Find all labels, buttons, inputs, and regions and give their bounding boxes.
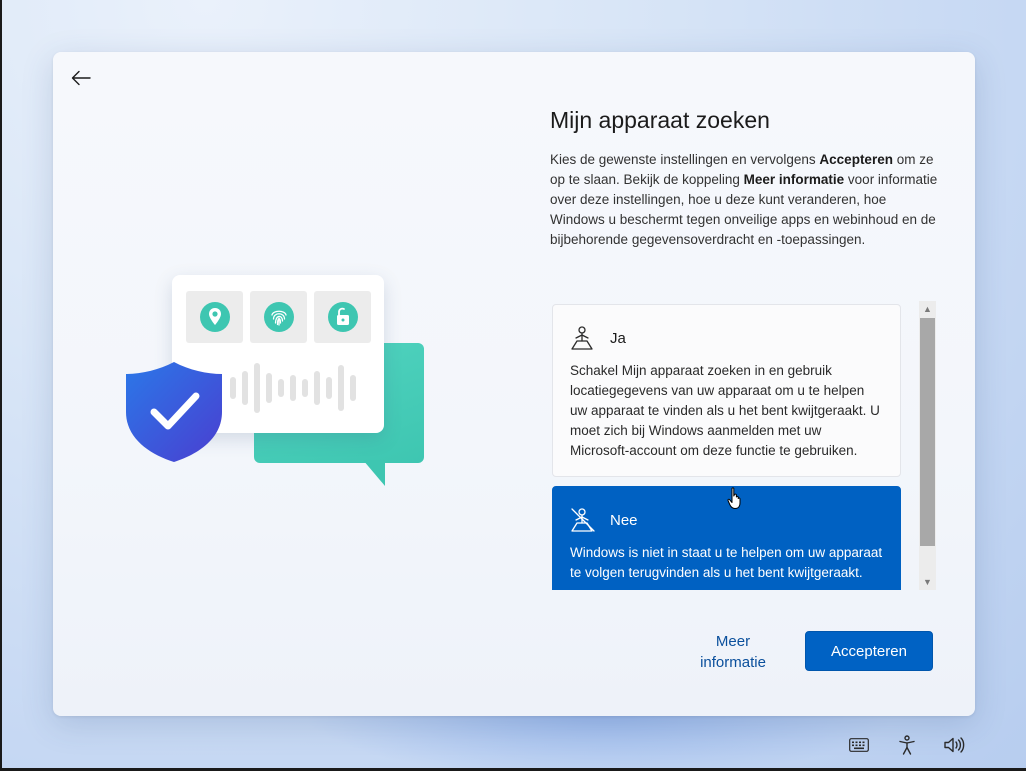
option-yes-label: Ja xyxy=(610,329,626,347)
fingerprint-tile xyxy=(250,291,307,343)
find-my-device-illustration xyxy=(123,272,433,492)
screen-edge xyxy=(0,0,2,771)
fingerprint-icon xyxy=(263,302,294,332)
arrow-left-icon xyxy=(71,70,91,86)
option-yes[interactable]: Ja Schakel Mijn apparaat zoeken in en ge… xyxy=(552,304,901,477)
oobe-dialog: Mijn apparaat zoeken Kies de gewenste in… xyxy=(53,52,975,716)
chat-bubble-tail xyxy=(363,460,385,486)
unlock-icon xyxy=(327,302,358,332)
option-no-label: Nee xyxy=(610,511,638,529)
keyboard-icon[interactable] xyxy=(848,735,870,755)
map-pin-icon xyxy=(199,302,230,332)
accept-button[interactable]: Accepteren xyxy=(805,631,933,671)
scroll-down-arrow-icon[interactable]: ▼ xyxy=(919,574,936,590)
location-person-off-icon xyxy=(571,508,595,532)
page-description: Kies de gewenste instellingen en vervolg… xyxy=(550,152,938,247)
hand-pointer-cursor-icon xyxy=(727,487,741,509)
scroll-up-arrow-icon[interactable]: ▲ xyxy=(919,301,936,317)
scroll-thumb[interactable] xyxy=(920,318,935,546)
accessibility-icon[interactable] xyxy=(896,735,918,755)
more-info-link[interactable]: Meer informatie xyxy=(683,631,783,673)
location-tile xyxy=(186,291,243,343)
page-title: Mijn apparaat zoeken xyxy=(550,107,770,133)
back-button[interactable] xyxy=(67,66,95,90)
shield-check-icon xyxy=(126,362,222,462)
lock-tile xyxy=(314,291,371,343)
options-scrollbar[interactable]: ▲ ▼ xyxy=(919,301,936,590)
location-person-icon xyxy=(571,326,593,350)
option-no-text: Windows is niet in staat u te helpen om … xyxy=(570,545,883,580)
option-yes-text: Schakel Mijn apparaat zoeken in en gebru… xyxy=(570,363,880,458)
volume-icon[interactable] xyxy=(943,735,965,755)
options-list: Ja Schakel Mijn apparaat zoeken in en ge… xyxy=(552,303,902,590)
